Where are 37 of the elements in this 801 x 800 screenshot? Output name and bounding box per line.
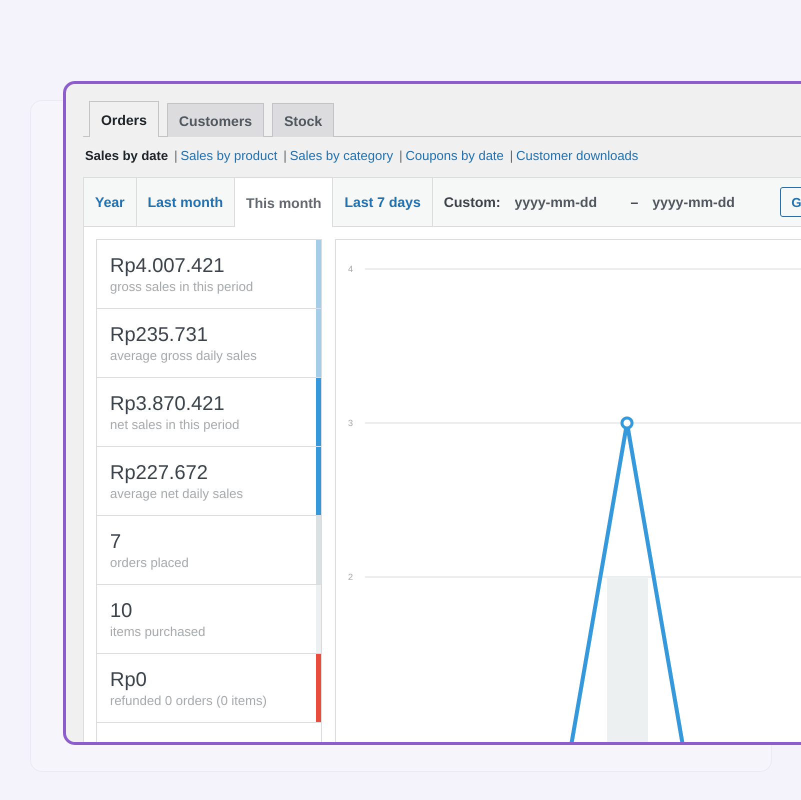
range-separator: – xyxy=(630,194,638,210)
y-tick-label: 2 xyxy=(348,572,354,582)
report-link[interactable]: Coupons by date xyxy=(405,148,504,163)
y-tick-label: 4 xyxy=(348,264,354,274)
report-link[interactable]: Sales by date xyxy=(85,148,168,163)
report-link[interactable]: Sales by product xyxy=(180,148,278,163)
separator: | xyxy=(510,148,514,163)
date-field[interactable]: yyyy-mm-dd xyxy=(646,190,760,214)
range-tab[interactable]: Year xyxy=(84,178,137,226)
legend-label: gross sales in this period xyxy=(110,279,254,294)
tab[interactable]: Orders xyxy=(89,101,159,137)
legend-value: Rp227.672 xyxy=(110,462,209,485)
custom-label: Custom: xyxy=(444,194,501,210)
separator: | xyxy=(283,148,287,163)
date-field[interactable]: yyyy-mm-dd xyxy=(508,190,623,214)
separator: | xyxy=(399,148,402,163)
range-tab[interactable]: Last 7 days xyxy=(333,178,433,226)
range-tab[interactable]: This month xyxy=(235,178,334,227)
legend-label: net sales in this period xyxy=(110,417,240,432)
legend-value: Rp0 xyxy=(110,669,148,692)
report-link[interactable]: Customer downloads xyxy=(516,148,638,163)
legend-value: Rp3.870.421 xyxy=(110,393,226,416)
legend-label: orders placed xyxy=(110,555,190,570)
legend-label: average gross daily sales xyxy=(110,348,258,363)
legend-value: 10 xyxy=(110,600,134,623)
report-link[interactable]: Sales by category xyxy=(290,148,394,163)
legend-value: 7 xyxy=(110,531,122,554)
separator: | xyxy=(174,148,178,163)
go-button[interactable]: G xyxy=(780,187,801,217)
legend-value: Rp235.731 xyxy=(110,324,209,347)
legend-label: average net daily sales xyxy=(110,486,244,501)
legend-label: items purchased xyxy=(110,624,206,639)
legend-value: Rp4.007.421 xyxy=(110,255,226,278)
y-tick-label: 3 xyxy=(348,418,354,428)
tab[interactable]: Stock xyxy=(272,103,334,137)
legend-label: refunded 0 orders (0 items) xyxy=(110,693,268,708)
tab[interactable]: Customers xyxy=(166,103,264,137)
